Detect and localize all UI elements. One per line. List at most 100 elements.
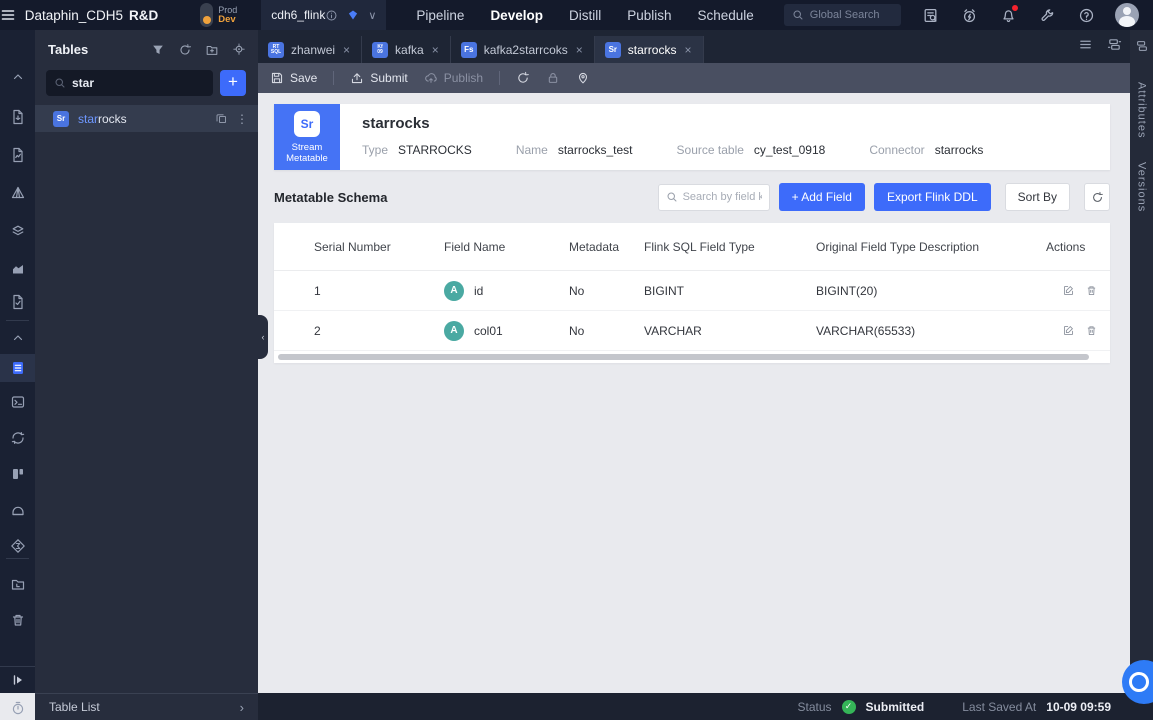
gem-icon[interactable] bbox=[347, 9, 359, 21]
add-table-button[interactable]: + bbox=[220, 70, 246, 96]
stream-metatable-badge: Sr Stream Metatable bbox=[274, 104, 340, 170]
tables-panel: Tables + Sr starrocks ⋮ Table List › bbox=[35, 30, 258, 720]
rail-timer-icon[interactable] bbox=[0, 694, 35, 720]
top-nav: Pipeline Develop Distill Publish Schedul… bbox=[416, 8, 753, 23]
rail-sigma-diamond-icon[interactable] bbox=[0, 532, 35, 560]
rail-section-collapse-icon[interactable] bbox=[0, 324, 35, 352]
rail-collapse-up-icon[interactable] bbox=[0, 63, 35, 91]
env-toggle[interactable]: Prod Dev bbox=[200, 3, 237, 27]
locate-button[interactable] bbox=[576, 71, 590, 85]
right-sidebar: Attributes Versions bbox=[1130, 30, 1153, 693]
menu-icon[interactable] bbox=[0, 0, 17, 30]
global-search-input[interactable] bbox=[809, 9, 893, 21]
info-icon[interactable] bbox=[325, 9, 338, 22]
notification-dot bbox=[1012, 5, 1018, 11]
rail-file-check-icon[interactable] bbox=[0, 288, 35, 316]
user-avatar[interactable] bbox=[1115, 3, 1139, 27]
schema-title: Metatable Schema bbox=[274, 189, 388, 205]
rail-area-chart-icon[interactable] bbox=[0, 255, 35, 283]
refresh-icon[interactable] bbox=[178, 43, 192, 57]
folder-plus-icon[interactable] bbox=[205, 43, 219, 57]
help-icon[interactable] bbox=[1077, 6, 1095, 24]
meta-name: Name starrocks_test bbox=[515, 143, 633, 157]
add-field-button[interactable]: + Add Field bbox=[778, 183, 865, 211]
table-search-input[interactable] bbox=[72, 76, 205, 90]
refresh-schema-button[interactable] bbox=[1084, 183, 1110, 211]
publish-button[interactable]: Publish bbox=[424, 71, 483, 85]
panel-collapse-handle[interactable]: ‹ bbox=[258, 315, 268, 359]
global-search[interactable] bbox=[783, 4, 901, 26]
nav-develop[interactable]: Develop bbox=[490, 8, 543, 23]
nav-pipeline[interactable]: Pipeline bbox=[416, 8, 464, 23]
rail-expand-icon[interactable] bbox=[0, 666, 35, 693]
rail-layers-icon[interactable] bbox=[0, 217, 35, 245]
project-select-chevron-icon[interactable]: ∨ bbox=[368, 9, 376, 22]
close-tab-icon[interactable]: × bbox=[342, 43, 351, 57]
rail-file-chart-icon[interactable] bbox=[0, 141, 35, 169]
metatable-card: Sr Stream Metatable starrocks Type STARROC… bbox=[274, 104, 1110, 170]
more-actions-icon[interactable]: ⋮ bbox=[236, 112, 248, 126]
save-button[interactable]: Save bbox=[270, 71, 317, 85]
table-list-label: Table List bbox=[49, 700, 100, 714]
scrollbar-thumb[interactable] bbox=[278, 354, 1090, 360]
refresh-button[interactable] bbox=[516, 71, 530, 85]
nav-publish[interactable]: Publish bbox=[627, 8, 671, 23]
lock-button[interactable] bbox=[546, 71, 560, 85]
col-original-field-type: Original Field Type bbox=[816, 239, 916, 254]
sidebar-switch-icon[interactable] bbox=[1135, 39, 1149, 58]
tab-list-menu-icon[interactable] bbox=[1078, 37, 1093, 57]
filter-icon[interactable] bbox=[151, 43, 165, 57]
sidebar-tab-versions[interactable]: Versions bbox=[1136, 162, 1148, 212]
export-flink-ddl-button[interactable]: Export Flink DDL bbox=[873, 183, 991, 211]
table-list-footer[interactable]: Table List › bbox=[35, 693, 258, 720]
field-search[interactable] bbox=[657, 183, 770, 211]
sidebar-tab-attributes[interactable]: Attributes bbox=[1136, 82, 1148, 138]
toolbar-divider bbox=[333, 71, 335, 85]
delete-icon[interactable] bbox=[1085, 324, 1098, 337]
close-tab-icon[interactable]: × bbox=[431, 43, 440, 57]
tools-icon[interactable] bbox=[1038, 6, 1056, 24]
rail-table-list-icon-active[interactable] bbox=[0, 354, 35, 382]
rail-folder-icon[interactable] bbox=[0, 570, 35, 598]
starrocks-badge-icon: Sr bbox=[604, 41, 621, 58]
cell-flink-type: BIGINT bbox=[644, 283, 685, 298]
edit-icon[interactable] bbox=[1062, 324, 1075, 337]
close-tab-icon[interactable]: × bbox=[575, 43, 584, 57]
rail-sync-icon[interactable] bbox=[0, 424, 35, 452]
field-type-icon: A bbox=[444, 320, 464, 341]
nav-schedule[interactable]: Schedule bbox=[698, 8, 754, 23]
tab-kafka2starrcoks[interactable]: Fs kafka2starrcoks × bbox=[451, 36, 595, 63]
rail-terminal-icon[interactable] bbox=[0, 388, 35, 416]
editor-tabbar: RT SQL zhanwei × Kf 09 kafka × Fs kafka2st… bbox=[258, 30, 1130, 63]
rtsql-badge-icon: RT SQL bbox=[268, 41, 284, 58]
rail-trash-icon[interactable] bbox=[0, 606, 35, 634]
rail-pyramid-icon[interactable] bbox=[0, 179, 35, 207]
cell-field-name: col01 bbox=[474, 323, 503, 338]
field-search-input[interactable] bbox=[682, 191, 762, 203]
alarm-icon[interactable] bbox=[960, 6, 978, 24]
notifications-bell-icon[interactable] bbox=[999, 5, 1018, 24]
tab-zhanwei[interactable]: RT SQL zhanwei × bbox=[258, 36, 363, 63]
edit-icon[interactable] bbox=[1062, 284, 1075, 297]
table-search[interactable] bbox=[46, 70, 213, 96]
rail-dashboard-icon[interactable] bbox=[0, 460, 35, 488]
copy-icon[interactable] bbox=[215, 112, 228, 125]
project-select[interactable]: cdh6_flink ∨ bbox=[261, 0, 387, 30]
delete-icon[interactable] bbox=[1085, 284, 1098, 297]
locate-icon[interactable] bbox=[232, 42, 246, 57]
task-list-icon[interactable] bbox=[921, 6, 939, 24]
col-actions: Actions bbox=[1046, 239, 1086, 254]
rail-disk-icon[interactable] bbox=[0, 496, 35, 524]
sort-by-button[interactable]: Sort By bbox=[1004, 183, 1070, 211]
tab-kafka[interactable]: Kf 09 kafka × bbox=[362, 36, 451, 63]
close-tab-icon[interactable]: × bbox=[683, 43, 692, 57]
rail-file-transfer-icon[interactable] bbox=[0, 103, 35, 131]
layout-switch-icon[interactable] bbox=[1107, 37, 1122, 57]
editor-toolbar: Save Submit Publish bbox=[258, 63, 1130, 93]
submit-button[interactable]: Submit bbox=[350, 71, 408, 85]
tab-starrocks-active[interactable]: Sr starrocks × bbox=[594, 36, 704, 63]
nav-distill[interactable]: Distill bbox=[569, 8, 601, 23]
env-toggle-pill[interactable] bbox=[200, 3, 214, 27]
table-list-item-starrocks[interactable]: Sr starrocks ⋮ bbox=[35, 105, 258, 132]
app-name: Dataphin_CDH5 bbox=[24, 7, 124, 23]
